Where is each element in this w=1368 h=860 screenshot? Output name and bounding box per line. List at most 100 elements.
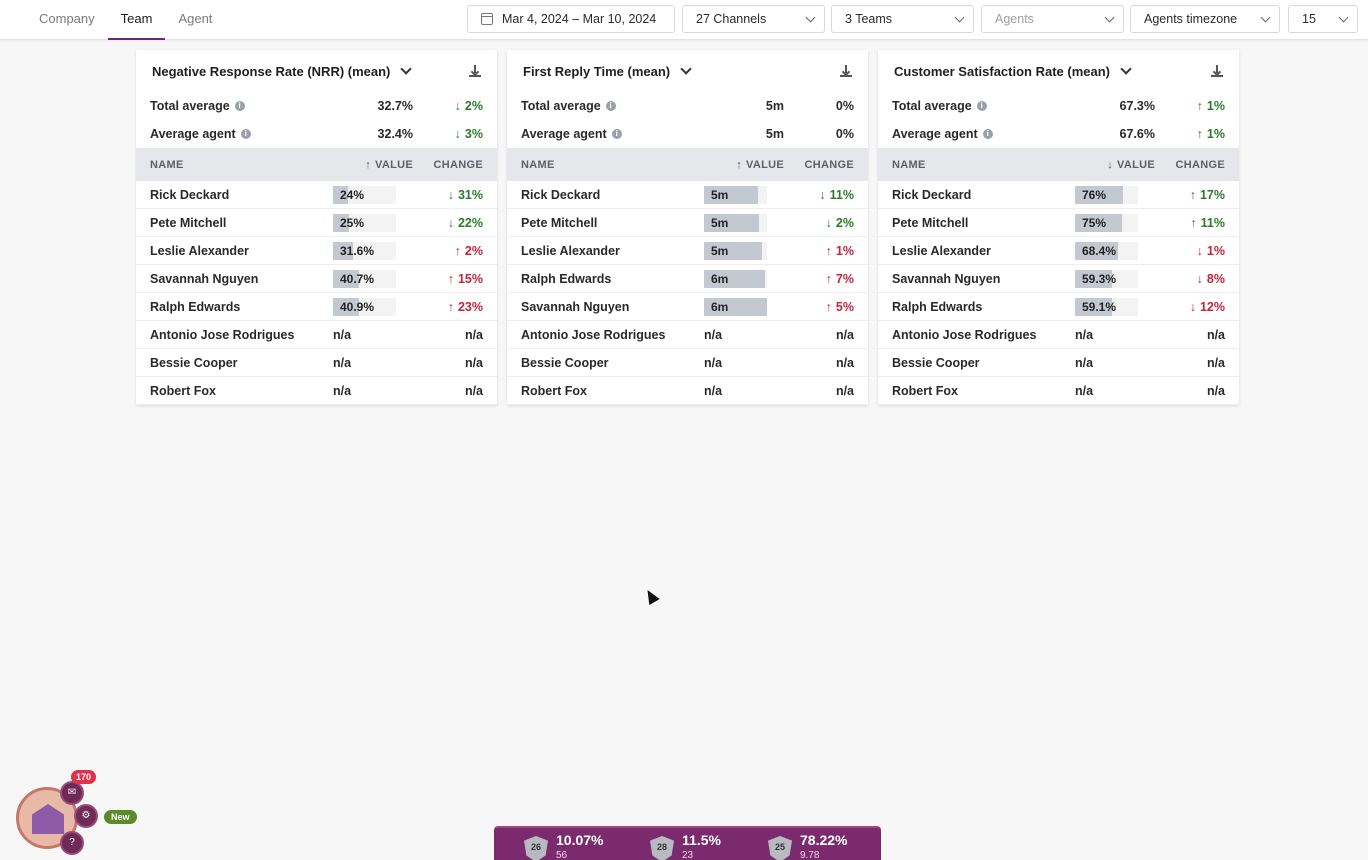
summary-value: 32.4% — [377, 127, 413, 141]
table-row[interactable]: Antonio Jose Rodrigues n/a n/a — [507, 321, 868, 349]
value-cell: 6m — [704, 269, 784, 288]
column-name[interactable]: NAME — [150, 159, 333, 171]
page-size-select[interactable]: 15 — [1288, 5, 1358, 33]
table-row[interactable]: Rick Deckard 76% ↑ 17% — [878, 181, 1239, 209]
change-value: n/a — [464, 383, 483, 398]
table-row[interactable]: Leslie Alexander 5m ↑ 1% — [507, 237, 868, 265]
arrow-up-icon: ↑ — [825, 243, 832, 258]
card-header: First Reply Time (mean) — [507, 50, 868, 92]
change-value: n/a — [835, 355, 854, 370]
change-value: 1% — [835, 243, 854, 258]
date-range-picker[interactable]: Mar 4, 2024 – Mar 10, 2024 — [467, 5, 675, 33]
value-cell: 31.6% — [333, 241, 413, 260]
mail-button[interactable]: ✉ — [60, 781, 84, 805]
channels-select[interactable]: 27 Channels — [682, 5, 825, 33]
download-icon[interactable] — [469, 65, 481, 77]
value-cell: 5m — [704, 213, 784, 232]
column-value[interactable]: ↓ VALUE — [1075, 159, 1155, 171]
table-row[interactable]: Leslie Alexander 68.4% ↓ 1% — [878, 237, 1239, 265]
summary-value: 5m — [765, 127, 784, 141]
download-icon[interactable] — [1211, 65, 1223, 77]
agent-name: Ralph Edwards — [521, 271, 612, 286]
value-cell: 40.7% — [333, 269, 413, 288]
arrow-down-icon: ↓ — [1189, 299, 1196, 314]
download-icon[interactable] — [840, 65, 852, 77]
info-icon[interactable]: i — [611, 129, 622, 139]
agents-select[interactable]: Agents — [981, 5, 1124, 33]
column-change[interactable]: CHANGE — [1155, 159, 1225, 171]
table-row[interactable]: Pete Mitchell 25% ↓ 22% — [136, 209, 497, 237]
metric-select[interactable]: Customer Satisfaction Rate (mean) — [894, 62, 1211, 79]
table-row[interactable]: Savannah Nguyen 6m ↑ 5% — [507, 293, 868, 321]
notification-badge: 170 — [71, 770, 97, 784]
column-change[interactable]: CHANGE — [784, 159, 854, 171]
value-cell: n/a — [333, 355, 352, 370]
table-row[interactable]: Bessie Cooper n/a n/a — [507, 349, 868, 377]
metric-select[interactable]: Negative Response Rate (NRR) (mean) — [152, 62, 469, 79]
agent-name: Pete Mitchell — [521, 215, 598, 230]
arrow-up-icon: ↑ — [1196, 127, 1203, 141]
sort-up-icon: ↑ — [365, 158, 372, 171]
column-value[interactable]: ↑ VALUE — [704, 159, 784, 171]
arrow-down-icon: ↓ — [1196, 243, 1203, 258]
info-icon[interactable]: i — [976, 101, 987, 111]
tab-company[interactable]: Company — [26, 0, 108, 40]
table-row[interactable]: Savannah Nguyen 40.7% ↑ 15% — [136, 265, 497, 293]
metric-select[interactable]: First Reply Time (mean) — [523, 62, 840, 79]
tab-team[interactable]: Team — [107, 0, 166, 40]
change-value: 1% — [1206, 99, 1225, 113]
table-row[interactable]: Ralph Edwards 40.9% ↑ 23% — [136, 293, 497, 321]
tab-agent[interactable]: Agent — [165, 0, 225, 40]
average-agent-row: Average agent i 67.6% ↑ 1% — [878, 120, 1239, 148]
column-name[interactable]: NAME — [892, 159, 1075, 171]
value-bar: 59.3% — [1075, 269, 1138, 288]
table-row[interactable]: Robert Fox n/a n/a — [878, 377, 1239, 405]
change-value: 22% — [457, 215, 483, 230]
info-icon[interactable]: i — [234, 101, 245, 111]
settings-button[interactable]: ⚙ — [74, 804, 98, 828]
teams-select[interactable]: 3 Teams — [831, 5, 974, 33]
change-cell: ↑ 17% — [1155, 188, 1225, 202]
info-icon[interactable]: i — [982, 129, 993, 139]
table-row[interactable]: Pete Mitchell 75% ↑ 11% — [878, 209, 1239, 237]
arrow-up-icon: ↑ — [1190, 215, 1197, 230]
arrow-down-icon: ↓ — [447, 215, 454, 230]
info-icon[interactable]: i — [240, 129, 251, 139]
column-change[interactable]: CHANGE — [413, 159, 483, 171]
summary-label: Total average i — [521, 99, 704, 113]
agent-name: Rick Deckard — [521, 187, 601, 202]
column-value[interactable]: ↑ VALUE — [333, 159, 413, 171]
value-bar: 24% — [333, 185, 396, 204]
table-header: NAME ↑ VALUE CHANGE — [136, 148, 497, 181]
help-button[interactable]: ? — [60, 831, 84, 855]
agent-name: Robert Fox — [892, 383, 958, 398]
table-row[interactable]: Bessie Cooper n/a n/a — [136, 349, 497, 377]
table-row[interactable]: Ralph Edwards 59.1% ↓ 12% — [878, 293, 1239, 321]
chevron-down-icon — [1338, 12, 1349, 22]
change-value: 11% — [1200, 215, 1225, 230]
column-name[interactable]: NAME — [521, 159, 704, 171]
help-icon: ? — [69, 837, 75, 848]
value-cell: n/a — [704, 327, 723, 342]
table-row[interactable]: Leslie Alexander 31.6% ↑ 2% — [136, 237, 497, 265]
change-cell: n/a — [784, 384, 854, 398]
total-average-row: Total average i 5m 0% — [507, 92, 868, 120]
card-header: Negative Response Rate (NRR) (mean) — [136, 50, 497, 92]
table-row[interactable]: Bessie Cooper n/a n/a — [878, 349, 1239, 377]
info-icon[interactable]: i — [605, 101, 616, 111]
value-text: 24% — [340, 187, 365, 202]
table-row[interactable]: Antonio Jose Rodrigues n/a n/a — [878, 321, 1239, 349]
change-cell: ↑ 7% — [784, 272, 854, 286]
table-row[interactable]: Antonio Jose Rodrigues n/a n/a — [136, 321, 497, 349]
metric-card: First Reply Time (mean) Total average i 5m 0… — [507, 50, 868, 405]
table-row[interactable]: Rick Deckard 24% ↓ 31% — [136, 181, 497, 209]
table-row[interactable]: Robert Fox n/a n/a — [136, 377, 497, 405]
table-row[interactable]: Robert Fox n/a n/a — [507, 377, 868, 405]
table-row[interactable]: Ralph Edwards 6m ↑ 7% — [507, 265, 868, 293]
value-cell: 68.4% — [1075, 241, 1155, 260]
table-row[interactable]: Rick Deckard 5m ↓ 11% — [507, 181, 868, 209]
table-row[interactable]: Pete Mitchell 5m ↓ 2% — [507, 209, 868, 237]
table-row[interactable]: Savannah Nguyen 59.3% ↓ 8% — [878, 265, 1239, 293]
value-text: 40.9% — [340, 299, 375, 314]
timezone-select[interactable]: Agents timezone — [1130, 5, 1280, 33]
